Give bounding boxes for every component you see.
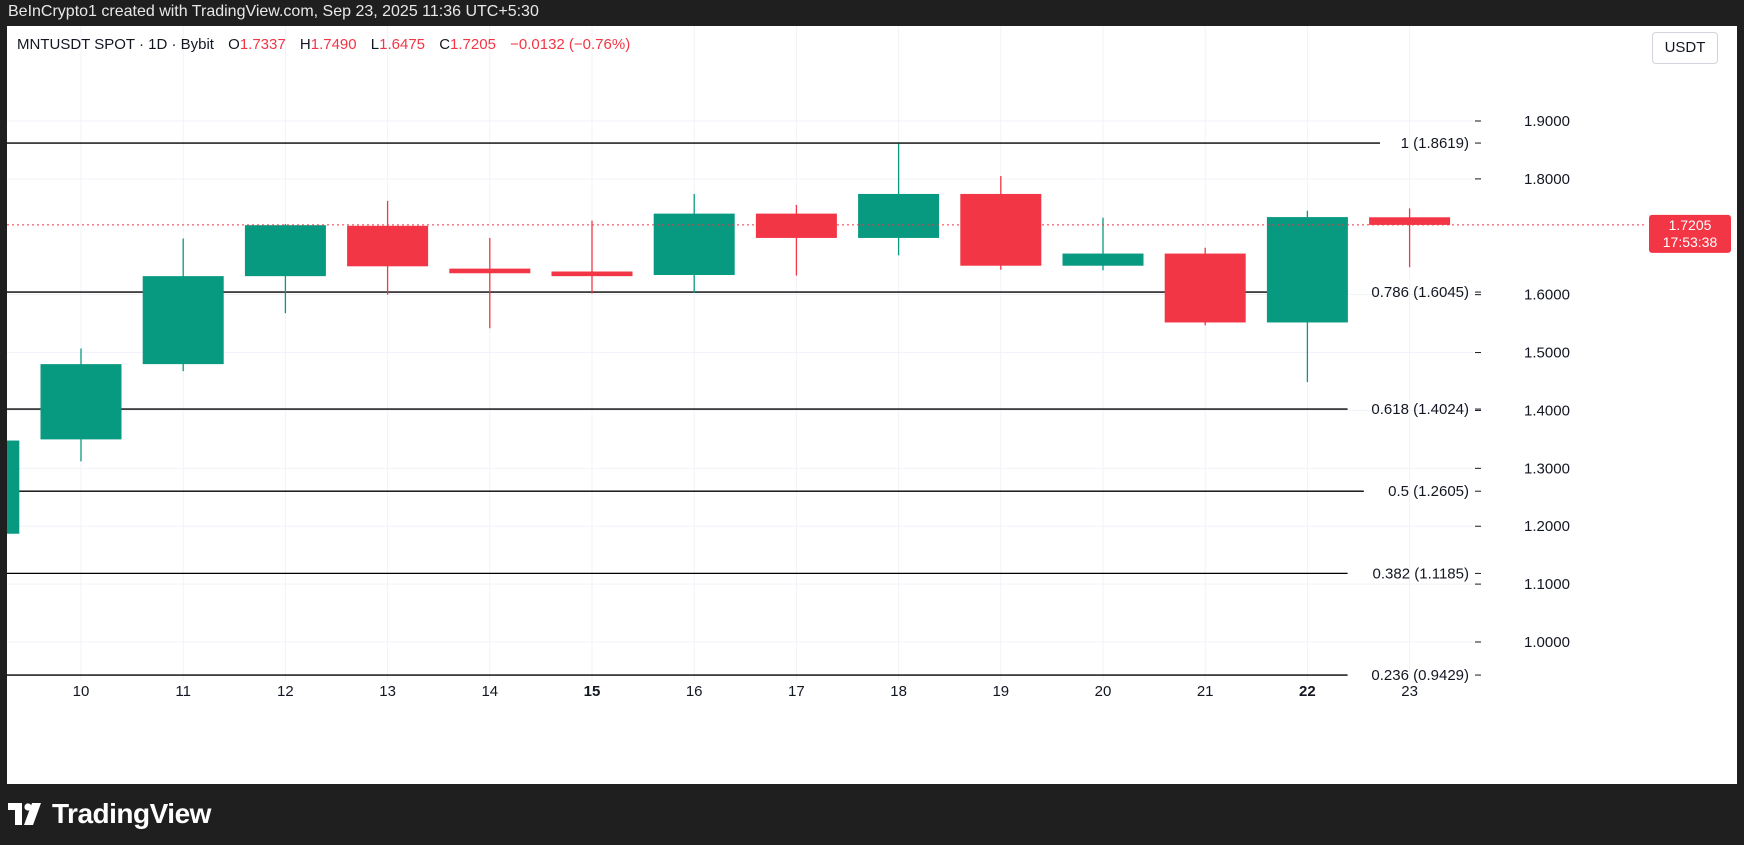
- symbol-legend: MNTUSDT SPOT · 1D · Bybit O1.7337 H1.749…: [17, 36, 630, 53]
- last-price-countdown: 17:53:38: [1663, 234, 1718, 250]
- candle-body: [960, 193, 1042, 266]
- high-value: 1.7490: [310, 36, 357, 53]
- candle-body: [142, 276, 224, 365]
- candlestick-chart[interactable]: 1 (1.8619) 0.786 (1.6045) 0.618 (1.4024) 0.…: [7, 26, 1737, 784]
- candle-body: [347, 225, 429, 267]
- low-label: L: [370, 36, 380, 53]
- open-label: O: [228, 36, 240, 53]
- fib-level-label: 0.786 (1.6045): [1371, 284, 1469, 301]
- last-price-value: 1.7205: [1669, 217, 1712, 233]
- candle-body: [755, 213, 837, 238]
- fib-level-label: 0.382 (1.1185): [1373, 565, 1469, 582]
- y-axis-tick-label: 1.8000: [1524, 171, 1570, 188]
- fib-level-label: 0.5 (1.2605): [1388, 483, 1469, 500]
- candle-body: [1369, 217, 1451, 225]
- x-axis-tick-label: 10: [73, 683, 90, 700]
- high-label: H: [299, 36, 311, 53]
- x-axis-tick-label: 23: [1401, 683, 1418, 700]
- x-axis-tick-label: 18: [890, 683, 907, 700]
- tradingview-brand-text: TradingView: [52, 798, 211, 829]
- x-axis-tick-label: 11: [175, 683, 191, 700]
- change-value: −0.0132 (−0.76%): [510, 36, 631, 53]
- fib-level-label: 1 (1.8619): [1401, 135, 1469, 152]
- fib-level-label: 0.618 (1.4024): [1371, 401, 1469, 418]
- candle-body: [858, 193, 940, 238]
- tradingview-logo: TradingView: [8, 798, 211, 830]
- x-axis-tick-label: 13: [379, 683, 396, 700]
- x-axis-tick-label: 21: [1197, 683, 1214, 700]
- candle-body: [551, 271, 633, 277]
- x-axis-tick-label: 20: [1095, 683, 1112, 700]
- x-axis-tick-label: 15: [584, 683, 601, 700]
- low-value: 1.6475: [379, 36, 426, 53]
- x-axis-tick-label: 14: [481, 683, 498, 700]
- open-value: 1.7337: [239, 36, 286, 53]
- candle-body: [449, 268, 531, 274]
- symbol-name: MNTUSDT SPOT · 1D · Bybit: [17, 36, 214, 53]
- y-axis-tick-label: 1.0000: [1524, 634, 1570, 651]
- candle-body: [1062, 253, 1144, 266]
- x-axis-tick-label: 17: [788, 683, 805, 700]
- candle-body: [7, 440, 20, 534]
- y-axis-tick-label: 1.6000: [1524, 287, 1570, 304]
- tradingview-logo-icon: [8, 803, 41, 825]
- currency-selector[interactable]: USDT: [1652, 32, 1718, 64]
- y-axis-tick-label: 1.9000: [1524, 113, 1570, 130]
- chart-area[interactable]: 1 (1.8619) 0.786 (1.6045) 0.618 (1.4024) 0.…: [7, 26, 1737, 784]
- candle-body: [1164, 253, 1246, 323]
- attribution-bar: BeInCrypto1 created with TradingView.com…: [0, 0, 1744, 26]
- candle-body: [244, 225, 326, 277]
- y-axis-tick-label: 1.3000: [1524, 460, 1570, 477]
- attribution-text: BeInCrypto1 created with TradingView.com…: [8, 3, 539, 20]
- candle-body: [653, 213, 735, 275]
- y-axis-tick-label: 1.2000: [1524, 518, 1570, 535]
- x-axis-tick-label: 16: [686, 683, 703, 700]
- y-axis-tick-label: 1.4000: [1524, 402, 1570, 419]
- close-value: 1.7205: [450, 36, 496, 53]
- footer-bar: TradingView: [0, 784, 1744, 845]
- close-label: C: [439, 36, 451, 53]
- y-axis-tick-label: 1.5000: [1524, 345, 1570, 362]
- x-axis-tick-label: 19: [992, 683, 1009, 700]
- y-axis-tick-label: 1.1000: [1524, 576, 1570, 593]
- candle-body: [40, 364, 122, 440]
- x-axis-tick-label: 22: [1299, 683, 1316, 700]
- fib-level-label: 0.236 (0.9429): [1371, 667, 1469, 684]
- candle-body: [1266, 217, 1348, 323]
- x-axis-tick-label: 12: [277, 683, 294, 700]
